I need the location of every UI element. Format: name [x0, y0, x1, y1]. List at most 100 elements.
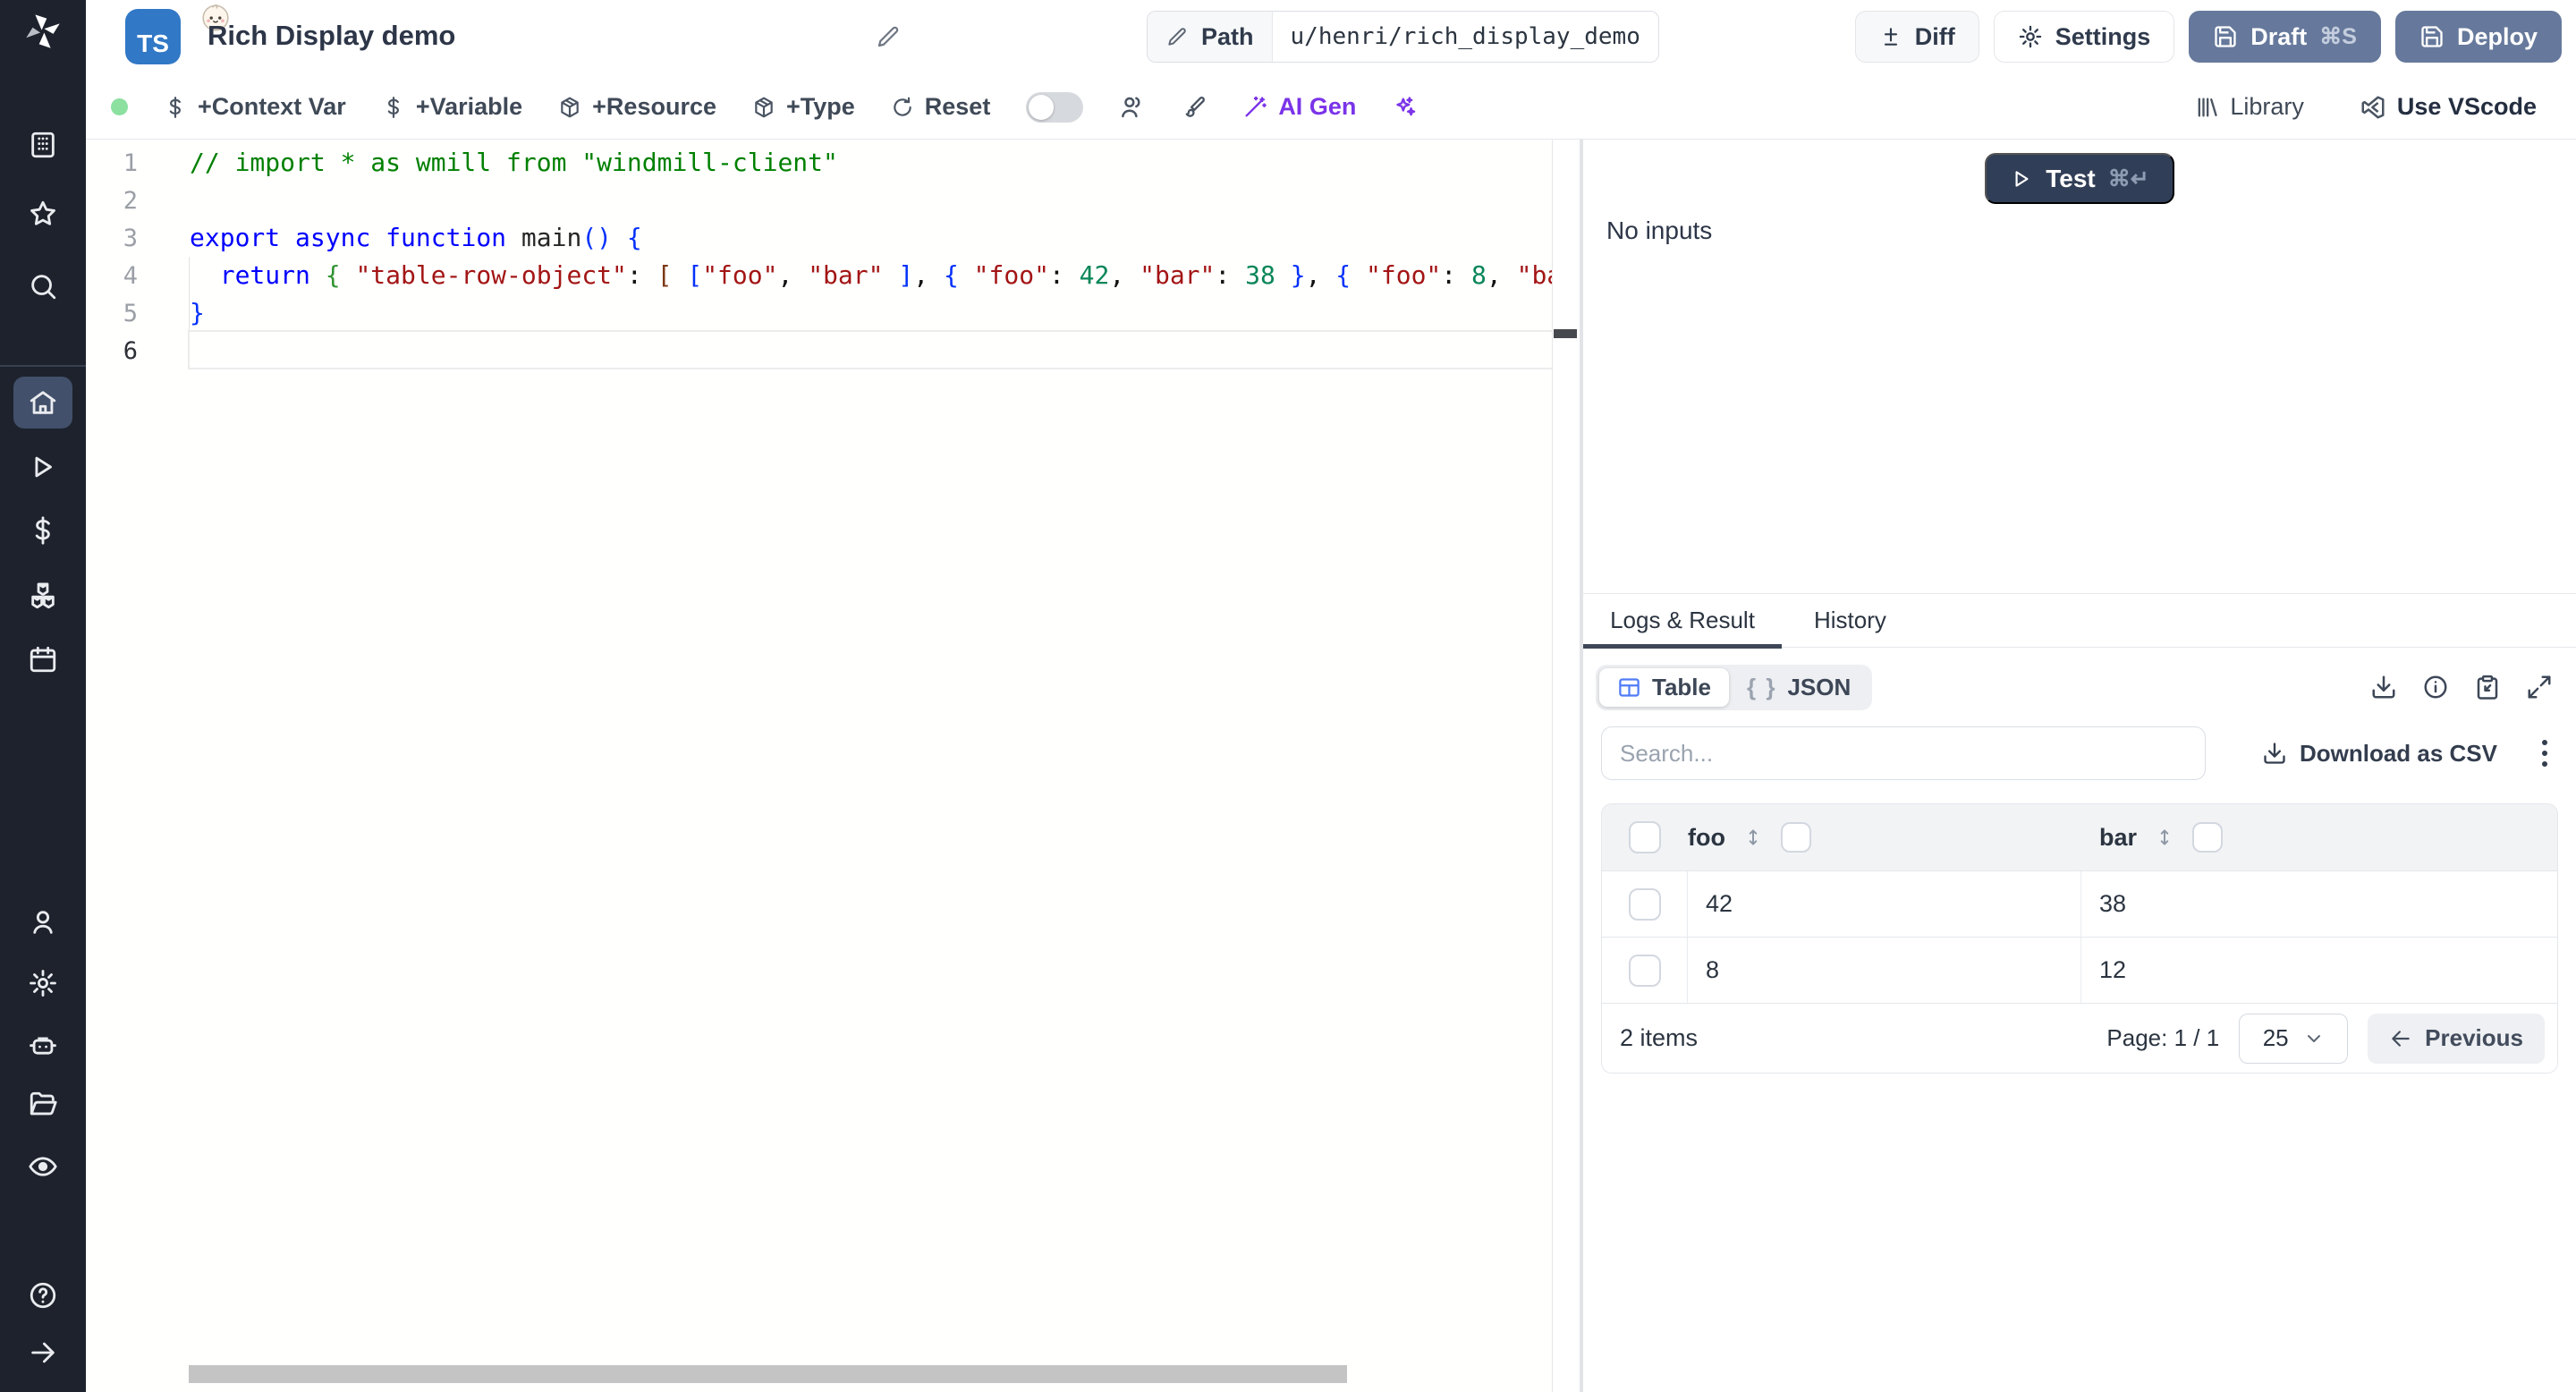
sidebar-item-audit-logs[interactable]	[0, 1147, 86, 1186]
column-filter-checkbox[interactable]	[1781, 822, 1811, 853]
settings-button[interactable]: Settings	[1994, 11, 2175, 63]
assistant-toggle[interactable]	[1026, 92, 1083, 123]
code-line[interactable]: 2	[86, 182, 1552, 219]
code-line[interactable]: 5}	[86, 294, 1552, 332]
dollar-icon	[164, 96, 187, 119]
code-line[interactable]: 3export async function main() {	[86, 219, 1552, 257]
sidebar-item-runs[interactable]	[0, 447, 86, 487]
typescript-language-icon: TS	[125, 9, 181, 64]
ai-gen-button[interactable]: AI Gen	[1242, 93, 1356, 121]
expand-fullscreen-icon[interactable]	[2526, 674, 2553, 700]
code-line[interactable]: 1 // import * as wmill from "windmill-cli…	[86, 144, 1552, 182]
package-icon	[558, 96, 581, 119]
code-text[interactable]: return { "table-row-object": [ ["foo", "…	[190, 257, 1552, 294]
tab-history[interactable]: History	[1782, 594, 1919, 647]
add-resource-button[interactable]: +Resource	[558, 93, 716, 121]
use-vscode-button[interactable]: Use VScode	[2360, 93, 2537, 121]
sidebar-item-workspace[interactable]	[0, 125, 86, 165]
right-panel: Test ⌘↵ No inputs Logs & Result History …	[1583, 140, 2576, 1392]
no-inputs-text: No inputs	[1606, 216, 1712, 245]
page-size-select[interactable]: 25	[2239, 1014, 2348, 1064]
sparkles-button[interactable]	[1392, 95, 1417, 120]
overview-ruler[interactable]	[1552, 140, 1580, 1392]
sidebar-item-home[interactable]	[0, 383, 86, 422]
deploy-button[interactable]: Deploy	[2395, 11, 2562, 63]
users-icon	[1119, 94, 1146, 121]
code-line[interactable]: 6	[86, 332, 1552, 369]
format-brush-button[interactable]	[1182, 95, 1207, 120]
tab-logs-and-result[interactable]: Logs & Result	[1583, 594, 1782, 647]
diff-button[interactable]: Diff	[1855, 11, 1979, 63]
library-button[interactable]: Library	[2194, 93, 2304, 121]
code-text[interactable]: }	[190, 294, 1552, 332]
result-table: foo bar 4238812 2 items	[1601, 803, 2558, 1074]
edit-summary-pencil-icon[interactable]	[875, 23, 902, 55]
view-table-option[interactable]: Table	[1599, 668, 1729, 707]
table-icon	[1617, 675, 1641, 700]
code-lines[interactable]: 1 // import * as wmill from "windmill-cli…	[86, 144, 1552, 369]
info-icon[interactable]	[2422, 674, 2449, 700]
json-braces-icon: { }	[1747, 674, 1776, 701]
sidebar-item-search[interactable]	[0, 267, 86, 306]
sidebar-item-settings[interactable]	[0, 963, 86, 1003]
package-icon	[752, 96, 775, 119]
diff-icon	[1879, 25, 1902, 48]
page-indicator: Page: 1 / 1	[2106, 1024, 2219, 1052]
sidebar-item-help[interactable]	[0, 1276, 86, 1315]
table-search-input[interactable]	[1601, 726, 2206, 780]
copy-to-clipboard-icon[interactable]	[2474, 674, 2501, 700]
add-variable-button[interactable]: +Variable	[382, 93, 522, 121]
path-value[interactable]: u/henri/rich_display_demo	[1273, 12, 1658, 62]
sidebar-divider	[0, 365, 86, 367]
code-text[interactable]: // import * as wmill from "windmill-clie…	[190, 144, 1552, 182]
cell-bar: 38	[2081, 871, 2557, 937]
sidebar-item-workers-robot[interactable]	[0, 1025, 86, 1065]
library-icon	[2194, 95, 2219, 120]
scrollbar-thumb[interactable]	[189, 1365, 1347, 1383]
sort-icon[interactable]	[2153, 826, 2176, 849]
dollar-icon	[382, 96, 405, 119]
line-number: 1	[86, 149, 138, 177]
row-checkbox[interactable]	[1629, 955, 1661, 987]
column-filter-checkbox[interactable]	[2192, 822, 2223, 853]
save-icon	[2419, 24, 2445, 49]
download-csv-button[interactable]: Download as CSV	[2262, 740, 2497, 768]
pencil-icon	[1165, 25, 1189, 48]
column-header-foo[interactable]: foo	[1688, 824, 1725, 852]
add-context-var-button[interactable]: +Context Var	[164, 93, 346, 121]
cell-bar: 12	[2081, 938, 2557, 1003]
column-header-bar[interactable]: bar	[2099, 824, 2137, 852]
add-type-button[interactable]: +Type	[752, 93, 855, 121]
result-section: Table { } JSON	[1583, 648, 2576, 1074]
select-all-checkbox[interactable]	[1629, 821, 1661, 853]
collaborators-button[interactable]	[1119, 94, 1146, 121]
line-number: 4	[86, 262, 138, 290]
table-row[interactable]: 4238	[1602, 870, 2557, 937]
sidebar-collapse-arrow[interactable]	[0, 1333, 86, 1372]
row-checkbox[interactable]	[1629, 888, 1661, 921]
view-json-option[interactable]: { } JSON	[1729, 668, 1868, 707]
code-editor[interactable]: 1 // import * as wmill from "windmill-cli…	[86, 140, 1580, 1392]
line-number: 6	[86, 337, 138, 365]
sidebar-item-folders[interactable]	[0, 1085, 86, 1125]
previous-page-button[interactable]: Previous	[2368, 1014, 2545, 1064]
windmill-logo-icon[interactable]	[0, 11, 86, 52]
table-menu-kebab-icon[interactable]	[2538, 736, 2551, 770]
path-field[interactable]: Path u/henri/rich_display_demo	[1147, 11, 1659, 63]
test-button[interactable]: Test ⌘↵	[1985, 153, 2174, 204]
sidebar-item-schedules[interactable]	[0, 640, 86, 679]
sidebar-item-user[interactable]	[0, 903, 86, 942]
code-line[interactable]: 4 return { "table-row-object": [ ["foo",…	[86, 257, 1552, 294]
horizontal-scrollbar[interactable]	[86, 1365, 1552, 1383]
table-row[interactable]: 812	[1602, 937, 2557, 1003]
chevron-down-icon	[2303, 1028, 2325, 1049]
reset-button[interactable]: Reset	[891, 93, 991, 121]
sort-icon[interactable]	[1741, 826, 1765, 849]
download-result-icon[interactable]	[2370, 674, 2397, 700]
sidebar-item-resources[interactable]	[0, 575, 86, 615]
save-icon	[2213, 24, 2238, 49]
code-text[interactable]: export async function main() {	[190, 219, 1552, 257]
draft-button[interactable]: Draft ⌘S	[2189, 11, 2381, 63]
sidebar-item-variables[interactable]	[0, 511, 86, 550]
sidebar-item-favorites[interactable]	[0, 194, 86, 233]
